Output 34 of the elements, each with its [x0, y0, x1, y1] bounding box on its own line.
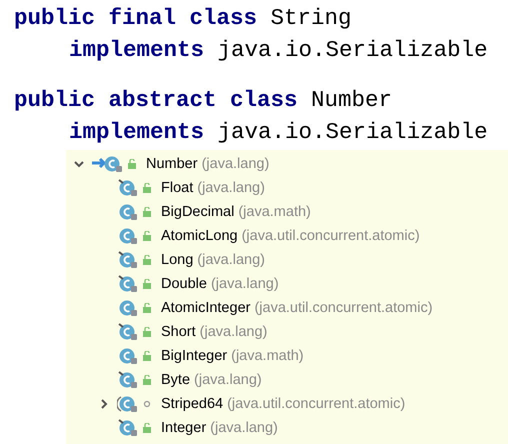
class-name[interactable]: AtomicInteger [161, 300, 250, 316]
package-name: (java.lang) [210, 420, 278, 436]
package-name: (java.lang) [194, 372, 262, 388]
chevron-icon[interactable] [74, 159, 84, 169]
package-name: (java.lang) [200, 324, 268, 340]
code-keyword: implements [69, 118, 204, 147]
code-text: java.io.Serializable [216, 118, 488, 147]
class-name[interactable]: AtomicLong [161, 228, 238, 244]
class-name[interactable]: Byte [161, 372, 190, 388]
code-text: java.io.Serializable [216, 36, 488, 65]
code-keyword: public final class [14, 4, 258, 33]
package-name: (java.lang) [202, 156, 270, 172]
class-name[interactable]: BigDecimal [161, 204, 234, 220]
package-name: (java.lang) [197, 252, 265, 268]
code-keyword: public abstract class [14, 86, 298, 115]
chevron-icon[interactable] [99, 399, 109, 409]
package-name: (java.util.concurrent.atomic) [254, 300, 433, 316]
package-name: (java.math) [238, 204, 311, 220]
class-name[interactable]: Double [161, 276, 207, 292]
package-name: (java.util.concurrent.atomic) [242, 228, 420, 244]
class-name[interactable]: Number [146, 156, 198, 172]
package-name: (java.math) [231, 348, 304, 364]
package-name: (java.util.concurrent.atomic) [227, 396, 406, 412]
class-name[interactable]: BigInteger [161, 348, 228, 364]
class-name[interactable]: Integer [161, 420, 206, 436]
class-name[interactable]: Float [161, 180, 194, 196]
class-name[interactable]: Long [161, 252, 194, 268]
code-keyword: implements [69, 36, 204, 65]
package-name: (java.lang) [210, 276, 279, 292]
package-name: (java.lang) [197, 180, 265, 196]
class-name[interactable]: Striped64 [161, 396, 224, 412]
code-text: Number [310, 86, 392, 115]
class-name[interactable]: Short [161, 324, 196, 340]
code-text: String [270, 4, 352, 33]
